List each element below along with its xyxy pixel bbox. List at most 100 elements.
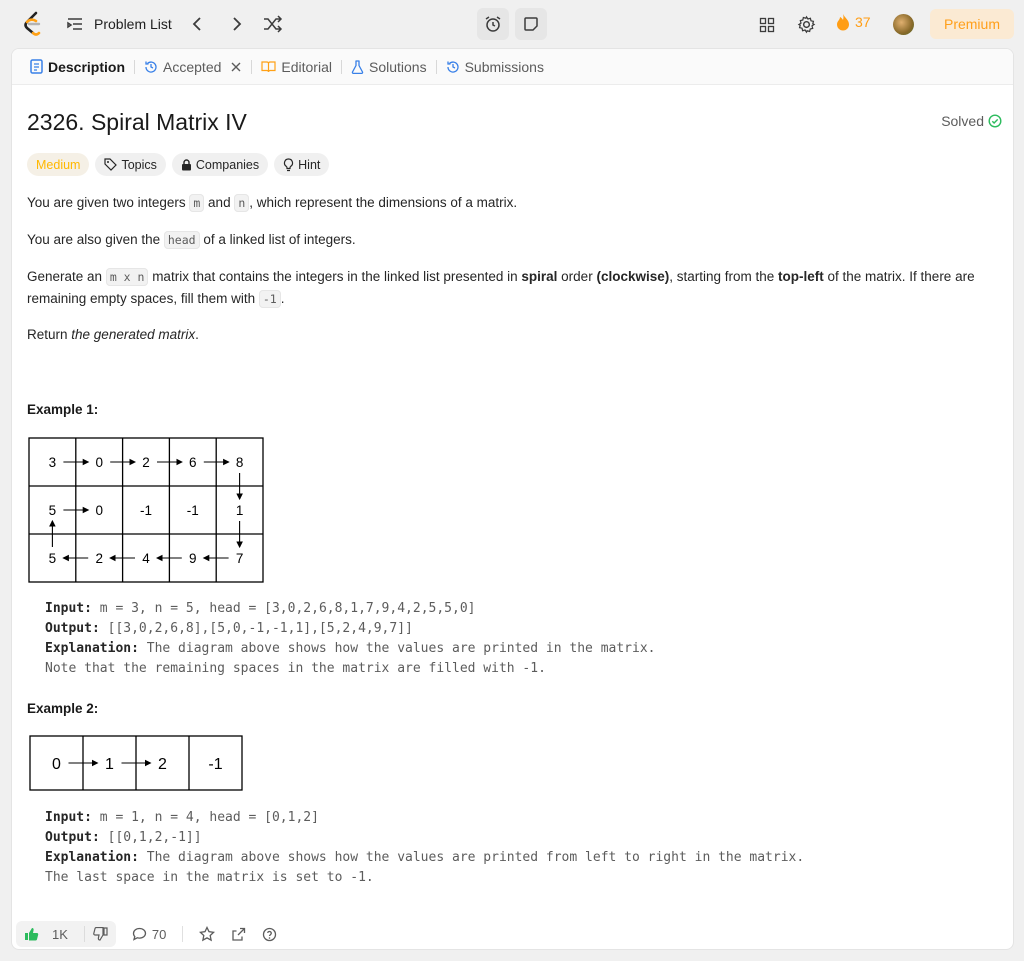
share-button[interactable]: [225, 927, 252, 942]
bold-text: (clockwise): [596, 269, 670, 284]
alarm-clock-icon: [485, 16, 501, 32]
tab-divider: [435, 59, 437, 74]
thumbs-down-icon: [93, 927, 108, 941]
favorite-button[interactable]: [193, 926, 221, 942]
flask-icon: [351, 59, 364, 74]
text: Generate an: [27, 269, 106, 284]
note-icon: [524, 17, 538, 31]
topics-button[interactable]: Topics: [95, 153, 166, 176]
grid-cell-value: 5: [49, 503, 57, 518]
divider: [182, 926, 184, 942]
lock-icon: [181, 158, 191, 170]
io-value: m = 3, n = 5, head = [3,0,2,6,8,1,7,9,4,…: [91, 601, 476, 616]
companies-label: Companies: [195, 157, 260, 172]
close-icon[interactable]: [230, 61, 242, 73]
tab-submissions[interactable]: Submissions: [440, 49, 550, 85]
like-count: 1K: [52, 926, 68, 942]
check-circle-icon: [988, 114, 1002, 128]
tab-solutions-label: Solutions: [368, 58, 427, 75]
premium-button[interactable]: Premium: [930, 9, 1014, 39]
tab-description[interactable]: Description: [24, 49, 131, 85]
problem-tags: Medium Topics Companies Hint: [27, 153, 330, 176]
tab-solutions[interactable]: Solutions: [345, 49, 433, 85]
text: .: [195, 327, 199, 342]
example-1-diagram: 3 0 2 6 8 5 0 -1 -1 1 5 2 4 9 7: [28, 437, 264, 583]
italic-text: the generated matrix: [71, 327, 196, 342]
chevron-right-icon[interactable]: [226, 15, 246, 33]
top-navbar: Problem List 37 Premium: [0, 0, 1024, 48]
timer-button[interactable]: [477, 8, 509, 40]
text: .: [280, 291, 285, 306]
inline-code: m: [189, 194, 205, 212]
example-1-io: Input: m = 3, n = 5, head = [3,0,2,6,8,1…: [45, 599, 655, 679]
io-value: Note that the remaining spaces in the ma…: [45, 661, 546, 676]
layout-button[interactable]: [757, 15, 777, 35]
grid-cell-value: -1: [208, 756, 222, 773]
history-icon: [446, 60, 459, 73]
tab-divider: [340, 59, 342, 74]
avatar[interactable]: [893, 14, 914, 35]
hint-button[interactable]: Hint: [274, 153, 330, 176]
text: , which represent the dimensions of a ma…: [249, 195, 518, 210]
like-button[interactable]: 1K: [16, 921, 84, 947]
dislike-button[interactable]: [85, 921, 116, 947]
text: matrix that contains the integers in the…: [148, 269, 522, 284]
inline-code: -1: [258, 290, 281, 308]
grid-cell-value: 4: [142, 551, 150, 566]
gear-icon: [797, 15, 816, 34]
document-icon: [30, 59, 43, 74]
comments-button[interactable]: 70: [126, 927, 172, 942]
io-label: Output:: [45, 830, 100, 845]
settings-button[interactable]: [796, 14, 817, 35]
leetcode-logo-icon[interactable]: [22, 11, 44, 37]
shuffle-icon[interactable]: [262, 15, 284, 33]
action-bar: 1K 70: [12, 917, 1013, 949]
fire-icon: [837, 14, 849, 31]
comment-icon: [132, 927, 147, 941]
io-value: m = 1, n = 4, head = [0,1,2]: [91, 810, 319, 825]
io-label: Explanation:: [45, 850, 139, 865]
page-title: 2326. Spiral Matrix IV: [27, 109, 247, 135]
tab-description-label: Description: [48, 58, 126, 75]
book-icon: [261, 61, 276, 73]
example-1-heading: Example 1:: [27, 402, 99, 417]
streak-counter[interactable]: 37: [836, 13, 871, 31]
notes-button[interactable]: [515, 8, 547, 40]
example-2-io: Input: m = 1, n = 4, head = [0,1,2] Outp…: [45, 808, 804, 888]
text: You are also given the: [27, 232, 164, 247]
grid-cell-value: 0: [95, 455, 103, 470]
grid-layout-icon: [759, 17, 775, 33]
tab-divider: [134, 59, 136, 74]
chevron-left-icon[interactable]: [188, 15, 208, 33]
problem-list-link[interactable]: Problem List: [94, 16, 172, 32]
io-value: [[0,1,2,-1]]: [99, 830, 202, 845]
thumbs-up-icon: [25, 928, 39, 941]
io-label: Output:: [45, 621, 100, 636]
text: Return: [27, 327, 72, 342]
description-paragraph: You are given two integers m and n, whic…: [27, 192, 997, 214]
companies-button[interactable]: Companies: [171, 153, 269, 176]
grid-cell-value: -1: [187, 503, 199, 518]
tab-divider: [251, 59, 253, 74]
io-label: Input:: [45, 601, 92, 616]
tab-submissions-label: Submissions: [464, 58, 544, 75]
grid-cell-value: 3: [49, 455, 57, 470]
help-button[interactable]: [256, 927, 283, 942]
solved-status: Solved: [941, 113, 1002, 129]
inline-code: n: [234, 194, 250, 212]
tab-editorial[interactable]: Editorial: [255, 49, 338, 85]
text: and: [204, 195, 235, 210]
description-paragraph: You are also given the head of a linked …: [27, 229, 997, 251]
grid-cell-value: 1: [105, 756, 114, 773]
question-circle-icon: [263, 927, 277, 941]
list-icon[interactable]: [66, 16, 84, 32]
solved-label: Solved: [941, 113, 984, 129]
bold-text: top-left: [778, 269, 824, 284]
io-value: [[3,0,2,6,8],[5,0,-1,-1,1],[5,2,4,9,7]]: [99, 621, 413, 636]
tag-icon: [104, 158, 118, 171]
text: , starting from the: [669, 269, 779, 284]
io-label: Explanation:: [45, 641, 139, 656]
streak-count: 37: [855, 14, 871, 30]
tab-accepted[interactable]: Accepted: [138, 49, 248, 85]
text: of a linked list of integers.: [199, 232, 356, 247]
